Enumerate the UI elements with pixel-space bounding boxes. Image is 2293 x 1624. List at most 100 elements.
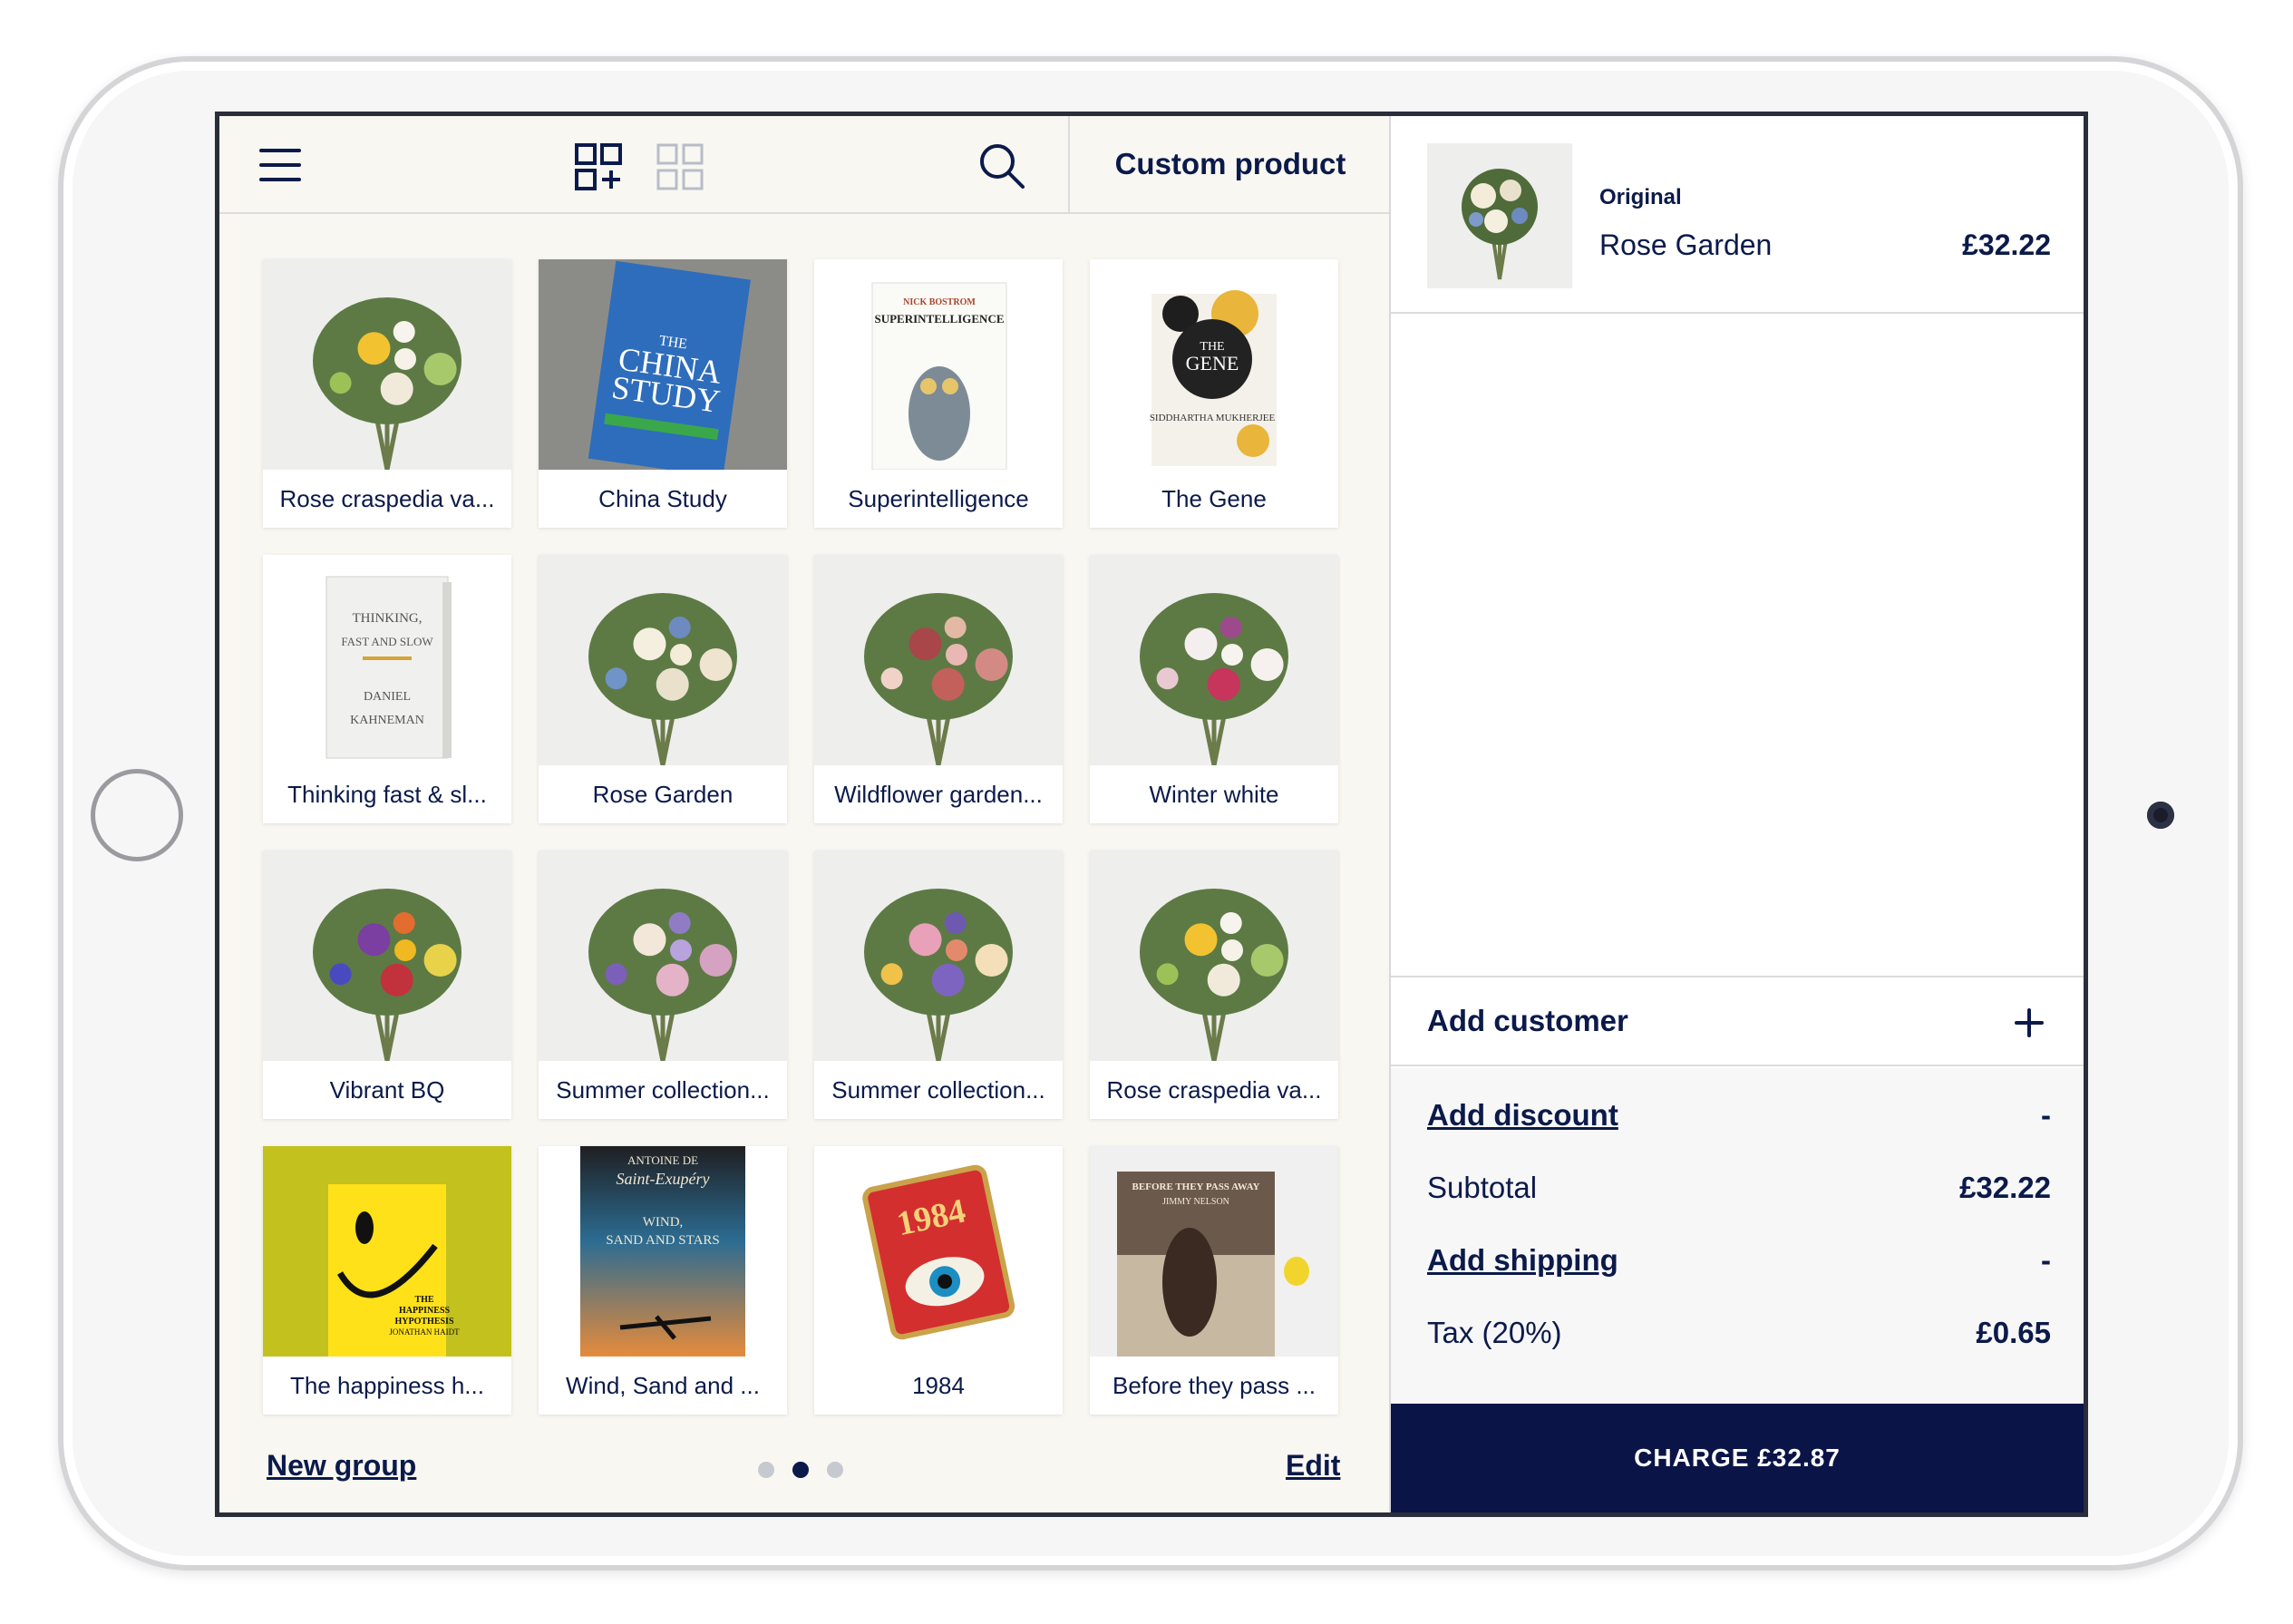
- bouquet-rose-garden-icon: [1427, 143, 1572, 288]
- cart-pane: Original Rose Garden £32.22 Add customer…: [1391, 116, 2084, 1512]
- discount-value: -: [2041, 1098, 2051, 1132]
- product-thumbnail: THE HAPPINESS HYPOTHESIS JONATHAN HAIDT: [263, 1146, 511, 1357]
- svg-text:Saint-Exupéry: Saint-Exupéry: [617, 1170, 710, 1188]
- product-tile[interactable]: NICK BOSTROM SUPERINTELLIGENCE Superintell…: [814, 259, 1063, 528]
- product-tile[interactable]: 1984 1984: [814, 1146, 1063, 1415]
- product-name: China Study: [598, 484, 727, 512]
- tax-value: £0.65: [1976, 1316, 2051, 1349]
- page-dot[interactable]: [758, 1462, 774, 1478]
- product-thumbnail: [539, 851, 787, 1061]
- product-name: Superintelligence: [848, 484, 1029, 512]
- subtotal-label: Subtotal: [1427, 1171, 1538, 1204]
- home-button[interactable]: [91, 769, 183, 861]
- product-name: Winter white: [1149, 780, 1279, 808]
- custom-product-button[interactable]: Custom product: [1068, 116, 1391, 212]
- product-tile[interactable]: Vibrant BQ: [263, 851, 511, 1119]
- grid-add-icon[interactable]: [575, 143, 622, 190]
- grid-view-icon[interactable]: [656, 143, 704, 190]
- book-before-they-pass-away-icon: BEFORE THEY PASS AWAY JIMMY NELSON: [1090, 1146, 1338, 1357]
- product-tile[interactable]: THE GENE SIDDHARTHA MUKHERJEE The Gene: [1090, 259, 1338, 528]
- product-tile[interactable]: Wildflower garden...: [814, 555, 1063, 823]
- product-name: The Gene: [1161, 484, 1267, 512]
- product-name: Rose Garden: [592, 780, 734, 808]
- product-name: Rose craspedia va...: [1106, 1075, 1322, 1104]
- cart-line-item[interactable]: Original Rose Garden £32.22: [1391, 116, 2084, 314]
- add-shipping-link[interactable]: Add shipping: [1427, 1243, 1618, 1278]
- plus-icon: [2015, 1008, 2044, 1037]
- product-name: Vibrant BQ: [329, 1075, 445, 1104]
- svg-text:JIMMY NELSON: JIMMY NELSON: [1162, 1197, 1229, 1207]
- product-tile[interactable]: THE CHINA STUDY China Study: [539, 259, 787, 528]
- svg-text:HYPOTHESIS: HYPOTHESIS: [394, 1317, 453, 1327]
- page-dot[interactable]: [827, 1462, 843, 1478]
- product-name: Wind, Sand and ...: [566, 1371, 760, 1399]
- menu-icon[interactable]: [259, 149, 301, 181]
- add-customer-label: Add customer: [1427, 1004, 1628, 1037]
- product-thumbnail: [263, 851, 511, 1061]
- bouquet-wildflower-icon: [814, 555, 1063, 765]
- product-name: Rose craspedia va...: [279, 484, 495, 512]
- product-name: The happiness h...: [290, 1371, 484, 1399]
- product-tile[interactable]: Rose Garden: [539, 555, 787, 823]
- svg-text:BEFORE THEY PASS AWAY: BEFORE THEY PASS AWAY: [1132, 1182, 1260, 1192]
- product-thumbnail: BEFORE THEY PASS AWAY JIMMY NELSON: [1090, 1146, 1338, 1357]
- shipping-row: Add shipping -: [1427, 1240, 2051, 1280]
- discount-row: Add discount -: [1427, 1095, 2051, 1135]
- product-tile[interactable]: Winter white: [1090, 555, 1338, 823]
- cart-item-thumbnail: [1427, 143, 1572, 288]
- product-tile[interactable]: Rose craspedia va...: [263, 259, 511, 528]
- product-thumbnail: [539, 555, 787, 765]
- product-thumbnail: THE CHINA STUDY: [539, 259, 787, 470]
- bouquet-rose-garden-icon: [539, 555, 787, 765]
- svg-text:KAHNEMAN: KAHNEMAN: [350, 714, 424, 727]
- bouquet-winter-white-icon: [1090, 555, 1338, 765]
- add-discount-link[interactable]: Add discount: [1427, 1098, 1618, 1133]
- charge-button[interactable]: CHARGE £32.87: [1391, 1404, 2084, 1512]
- book-thinking-fast-icon: THINKING, FAST AND SLOW DANIEL KAHNEMAN: [263, 555, 511, 765]
- svg-text:FAST AND SLOW: FAST AND SLOW: [341, 635, 433, 648]
- cart-item-name: Rose Garden: [1599, 229, 1773, 261]
- product-thumbnail: NICK BOSTROM SUPERINTELLIGENCE: [814, 259, 1063, 470]
- svg-text:NICK BOSTROM: NICK BOSTROM: [903, 297, 976, 307]
- subtotal-value: £32.22: [1959, 1171, 2051, 1204]
- pos-screen: Custom product Rose craspedia va... THE CH…: [215, 112, 2088, 1517]
- tax-label: Tax (20%): [1427, 1316, 1562, 1349]
- svg-text:WIND,: WIND,: [643, 1215, 684, 1230]
- page-dot[interactable]: [792, 1462, 809, 1478]
- cart-item-variant: Original: [1599, 185, 1682, 209]
- product-name: Summer collection...: [556, 1075, 770, 1104]
- product-tile[interactable]: BEFORE THEY PASS AWAY JIMMY NELSON Before …: [1090, 1146, 1338, 1415]
- svg-text:DANIEL: DANIEL: [364, 690, 411, 704]
- library-toolbar: Custom product: [219, 116, 1389, 214]
- book-wind-sand-stars-icon: ANTOINE DE Saint-Exupéry WIND, SAND AND STA…: [539, 1146, 787, 1357]
- product-name: Summer collection...: [831, 1075, 1045, 1104]
- svg-text:THE: THE: [414, 1295, 433, 1305]
- product-thumbnail: [1090, 851, 1338, 1061]
- bouquet-white-green-icon: [1090, 851, 1338, 1061]
- search-icon[interactable]: [977, 141, 1026, 190]
- product-tile[interactable]: Rose craspedia va...: [1090, 851, 1338, 1119]
- product-tile[interactable]: ANTOINE DE Saint-Exupéry WIND, SAND AND STA…: [539, 1146, 787, 1415]
- book-china-study-icon: THECHINASTUDY: [539, 259, 787, 470]
- svg-text:JONATHAN HAIDT: JONATHAN HAIDT: [389, 1327, 460, 1337]
- product-grid: Rose craspedia va... THE CHINA STUDY China S…: [263, 259, 1351, 1415]
- page-indicator: [758, 1462, 849, 1480]
- book-happiness-hypothesis-icon: THEHAPPINESSHYPOTHESISJONATHAN HAIDT: [263, 1146, 511, 1357]
- product-tile[interactable]: Summer collection...: [539, 851, 787, 1119]
- product-tile[interactable]: THINKING, FAST AND SLOW DANIEL KAHNEMAN Thin…: [263, 555, 511, 823]
- add-customer-button[interactable]: Add customer: [1391, 976, 2084, 1066]
- product-thumbnail: ANTOINE DE Saint-Exupéry WIND, SAND AND STA…: [539, 1146, 787, 1357]
- product-thumbnail: [814, 555, 1063, 765]
- svg-text:SAND AND STARS: SAND AND STARS: [606, 1233, 720, 1248]
- product-tile[interactable]: THE HAPPINESS HYPOTHESIS JONATHAN HAIDT The …: [263, 1146, 511, 1415]
- edit-link[interactable]: Edit: [1286, 1449, 1340, 1483]
- product-thumbnail: [263, 259, 511, 470]
- bouquet-white-green-icon: [263, 259, 511, 470]
- new-group-link[interactable]: New group: [267, 1449, 416, 1483]
- totals-panel: Add discount - Subtotal £32.22 Add shipp…: [1391, 1068, 2084, 1420]
- product-tile[interactable]: Summer collection...: [814, 851, 1063, 1119]
- book-the-gene-icon: THEGENESIDDHARTHA MUKHERJEE: [1090, 259, 1338, 470]
- product-thumbnail: [1090, 555, 1338, 765]
- bouquet-summer-1-icon: [539, 851, 787, 1061]
- bouquet-summer-2-icon: [814, 851, 1063, 1061]
